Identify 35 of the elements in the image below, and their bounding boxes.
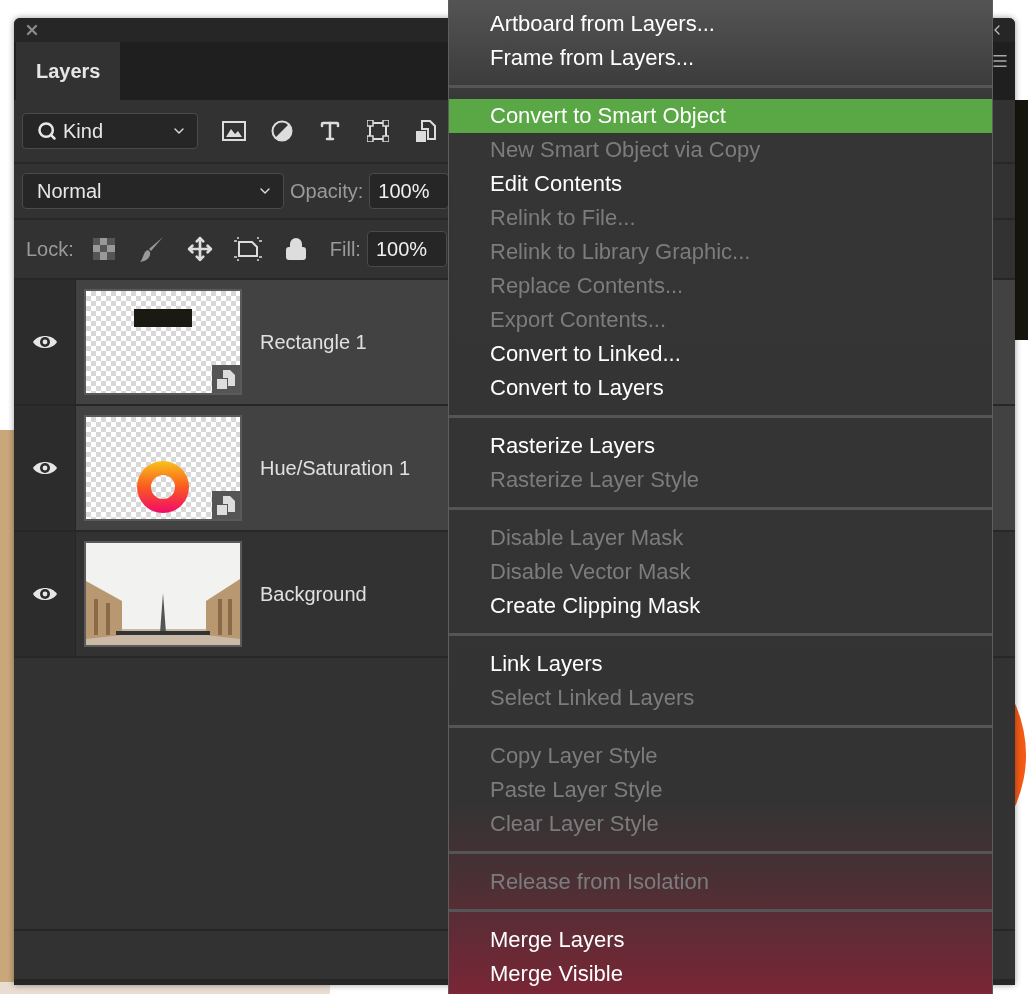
fill-label: Fill:	[329, 237, 361, 261]
opacity-field[interactable]: 100%	[369, 173, 450, 209]
opacity-label: Opacity:	[290, 179, 364, 203]
brush-icon[interactable]	[139, 236, 164, 262]
lock-label: Lock:	[26, 237, 74, 261]
smart-object-icon[interactable]	[416, 120, 436, 142]
menu-item[interactable]: Create Clipping Mask	[449, 589, 992, 623]
blend-mode-dropdown[interactable]: Normal	[22, 173, 284, 209]
layer-name: Rectangle 1	[260, 330, 367, 354]
image-icon[interactable]	[222, 121, 246, 141]
menu-item[interactable]: Convert to Linked...	[449, 337, 992, 371]
half-circle-icon[interactable]	[271, 120, 293, 142]
menu-item[interactable]: Convert to Layers	[449, 371, 992, 405]
search-icon	[37, 121, 57, 141]
rectangle-shape	[134, 309, 192, 327]
menu-icon[interactable]	[991, 52, 1009, 70]
fill-field[interactable]: 100%	[366, 231, 447, 267]
menu-item[interactable]: Rasterize Layers	[449, 429, 992, 463]
visibility-toggle[interactable]	[14, 280, 76, 404]
menu-item[interactable]: Merge Visible	[449, 957, 992, 991]
eye-icon[interactable]	[31, 334, 58, 350]
transform-icon[interactable]	[367, 120, 389, 142]
menu-item[interactable]: Frame from Layers...	[449, 41, 992, 75]
menu-item[interactable]: Merge Layers	[449, 923, 992, 957]
menu-item[interactable]: Artboard from Layers...	[449, 7, 992, 41]
menu-item[interactable]: Edit Contents	[449, 167, 992, 201]
filter-dropdown[interactable]: Kind	[22, 113, 198, 149]
layers-tab[interactable]: Layers	[16, 42, 120, 100]
lock-transparency-icon[interactable]	[92, 238, 115, 260]
menu-item[interactable]: Link Layers	[449, 647, 992, 681]
artboard-icon[interactable]	[233, 237, 262, 261]
close-icon[interactable]	[24, 22, 40, 38]
type-icon[interactable]	[318, 119, 342, 143]
move-icon[interactable]	[186, 236, 213, 262]
lock-icon[interactable]	[283, 237, 308, 261]
